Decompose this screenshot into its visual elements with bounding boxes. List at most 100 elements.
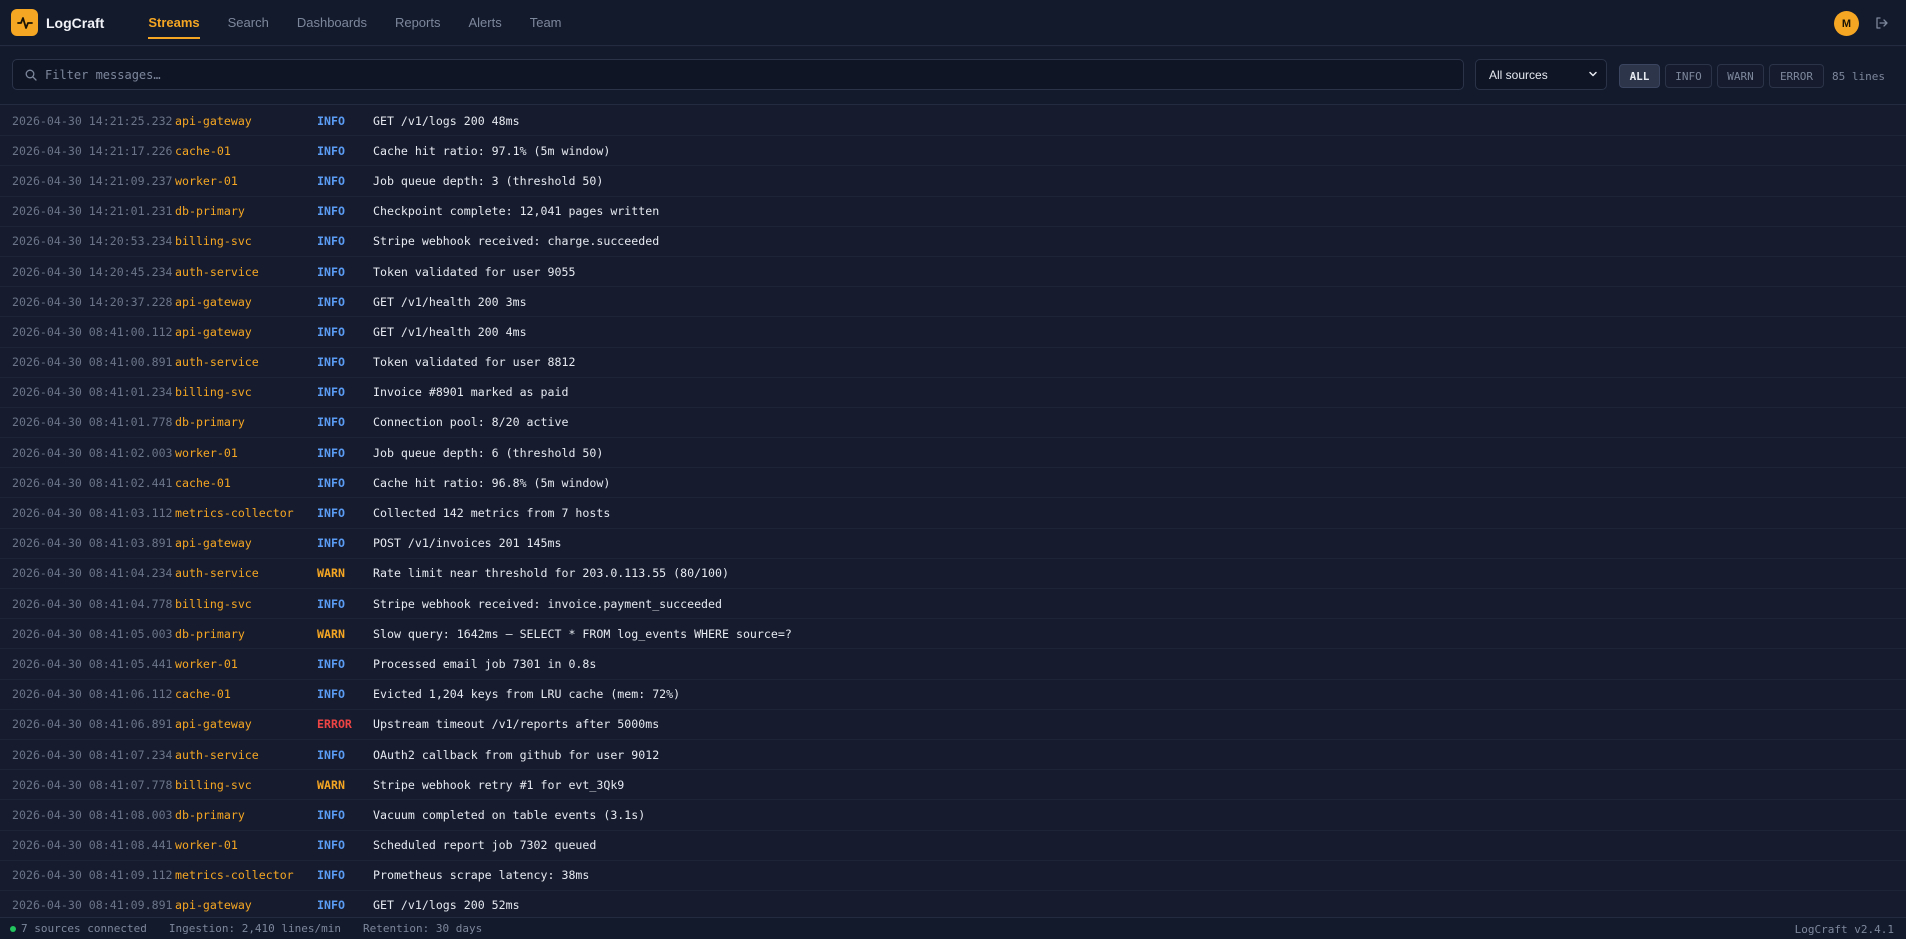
log-timestamp: 2026-04-30 08:41:06.112 [12, 687, 173, 702]
log-level: INFO [317, 506, 345, 521]
log-timestamp: 2026-04-30 14:21:01.231 [12, 204, 173, 219]
log-message: Collected 142 metrics from 7 hosts [373, 506, 611, 521]
log-message: GET /v1/health 200 4ms [373, 324, 527, 339]
log-source: worker-01 [175, 838, 238, 853]
search-icon [25, 68, 39, 82]
log-timestamp: 2026-04-30 08:41:01.234 [12, 385, 173, 400]
nav-dashboards[interactable]: Dashboards [297, 0, 367, 46]
log-source: worker-01 [175, 445, 238, 460]
filter-input[interactable] [45, 60, 1463, 89]
log-row[interactable]: 2026-04-30 08:41:01.234 billing-svc INFO In… [0, 378, 1906, 408]
level-filter-info[interactable]: INFO [1665, 64, 1712, 88]
log-timestamp: 2026-04-30 08:41:02.003 [12, 445, 173, 460]
log-source: billing-svc [175, 234, 252, 249]
log-level: WARN [317, 566, 345, 581]
log-message: Token validated for user 8812 [373, 355, 576, 370]
log-level: INFO [317, 475, 345, 490]
log-row[interactable]: 2026-04-30 08:41:09.112 metrics-collector… [0, 861, 1906, 891]
nav-search[interactable]: Search [228, 0, 269, 46]
log-row[interactable]: 2026-04-30 08:41:08.003 db-primary INFO Vac… [0, 800, 1906, 831]
log-level: INFO [317, 234, 345, 249]
level-filter-error[interactable]: ERROR [1769, 64, 1824, 88]
log-row[interactable]: 2026-04-30 08:41:03.112 metrics-collector… [0, 498, 1906, 529]
level-filter-all[interactable]: ALL [1619, 64, 1660, 88]
log-timestamp: 2026-04-30 14:21:17.226 [12, 143, 173, 158]
log-timestamp: 2026-04-30 08:41:07.234 [12, 747, 173, 762]
user-avatar[interactable]: M [1834, 11, 1859, 36]
log-message: Checkpoint complete: 12,041 pages writte… [373, 204, 660, 219]
filter-box [12, 59, 1464, 90]
log-message: Processed email job 7301 in 0.8s [373, 656, 597, 671]
log-message: Scheduled report job 7302 queued [373, 838, 597, 853]
log-timestamp: 2026-04-30 08:41:07.778 [12, 777, 173, 792]
log-source: api-gateway [175, 294, 252, 309]
log-level: INFO [317, 294, 345, 309]
log-row[interactable]: 2026-04-30 08:41:02.441 cache-01 INFO Cache… [0, 468, 1906, 499]
log-timestamp: 2026-04-30 08:41:01.778 [12, 415, 173, 430]
log-message: Prometheus scrape latency: 38ms [373, 868, 590, 883]
log-level: INFO [317, 536, 345, 551]
log-source: db-primary [175, 626, 245, 641]
log-source: auth-service [175, 264, 259, 279]
log-row[interactable]: 2026-04-30 08:41:05.441 worker-01 INFO Proc… [0, 649, 1906, 680]
log-level: INFO [317, 385, 345, 400]
source-select[interactable]: All sources [1475, 59, 1607, 90]
log-message: Invoice #8901 marked as paid [373, 385, 569, 400]
nav-team[interactable]: Team [530, 0, 562, 46]
log-row[interactable]: 2026-04-30 08:41:06.891 api-gateway ERROR U… [0, 710, 1906, 740]
log-level: INFO [317, 656, 345, 671]
log-message: Vacuum completed on table events (3.1s) [373, 807, 646, 822]
log-stream[interactable]: 2026-04-30 14:21:25.232 api-gateway INFO GE… [0, 106, 1906, 916]
log-level: INFO [317, 807, 345, 822]
log-row[interactable]: 2026-04-30 08:41:05.003 db-primary WARN Slo… [0, 619, 1906, 650]
log-timestamp: 2026-04-30 08:41:03.112 [12, 506, 173, 521]
log-row[interactable]: 2026-04-30 08:41:07.234 auth-service INFO O… [0, 740, 1906, 771]
log-row[interactable]: 2026-04-30 14:21:25.232 api-gateway INFO GE… [0, 106, 1906, 137]
nav-streams[interactable]: Streams [148, 0, 200, 46]
log-level: INFO [317, 687, 345, 702]
log-message: Stripe webhook received: charge.succeede… [373, 234, 660, 249]
log-row[interactable]: 2026-04-30 08:41:00.112 api-gateway INFO GE… [0, 317, 1906, 348]
log-level: INFO [317, 355, 345, 370]
log-timestamp: 2026-04-30 08:41:00.112 [12, 324, 173, 339]
log-message: Evicted 1,204 keys from LRU cache (mem: … [373, 687, 681, 702]
log-timestamp: 2026-04-30 14:20:53.234 [12, 234, 173, 249]
log-timestamp: 2026-04-30 08:41:04.234 [12, 566, 173, 581]
log-source: api-gateway [175, 113, 252, 128]
log-row[interactable]: 2026-04-30 08:41:08.441 worker-01 INFO Sche… [0, 831, 1906, 861]
log-source: api-gateway [175, 717, 252, 732]
log-row[interactable]: 2026-04-30 14:21:01.231 db-primary INFO Che… [0, 197, 1906, 227]
log-row[interactable]: 2026-04-30 08:41:03.891 api-gateway INFO PO… [0, 529, 1906, 559]
log-row[interactable]: 2026-04-30 14:20:53.234 billing-svc INFO St… [0, 227, 1906, 257]
log-row[interactable]: 2026-04-30 08:41:04.234 auth-service WARN R… [0, 559, 1906, 589]
log-source: db-primary [175, 204, 245, 219]
logout-icon[interactable] [1874, 15, 1890, 31]
level-filter-warn[interactable]: WARN [1717, 64, 1764, 88]
app-logo[interactable]: LogCraft [11, 9, 104, 36]
log-source: auth-service [175, 566, 259, 581]
log-source: api-gateway [175, 536, 252, 551]
log-row[interactable]: 2026-04-30 08:41:06.112 cache-01 INFO Evict… [0, 680, 1906, 710]
log-source: cache-01 [175, 475, 231, 490]
log-row[interactable]: 2026-04-30 14:20:45.234 auth-service INFO T… [0, 257, 1906, 288]
nav-alerts[interactable]: Alerts [468, 0, 501, 46]
line-count: 85 lines [1832, 70, 1885, 83]
log-source: cache-01 [175, 687, 231, 702]
log-message: Cache hit ratio: 97.1% (5m window) [373, 143, 611, 158]
log-row[interactable]: 2026-04-30 08:41:07.778 billing-svc WARN St… [0, 770, 1906, 801]
log-row[interactable]: 2026-04-30 08:41:09.891 api-gateway INFO GE… [0, 891, 1906, 916]
top-nav: LogCraft Streams Search Dashboards Repor… [0, 0, 1906, 46]
log-row[interactable]: 2026-04-30 14:21:17.226 cache-01 INFO Cache… [0, 136, 1906, 167]
log-source: worker-01 [175, 656, 238, 671]
nav-reports[interactable]: Reports [395, 0, 441, 46]
log-message: GET /v1/logs 200 48ms [373, 113, 520, 128]
log-source: db-primary [175, 415, 245, 430]
log-timestamp: 2026-04-30 08:41:09.891 [12, 898, 173, 913]
log-row[interactable]: 2026-04-30 08:41:01.778 db-primary INFO Con… [0, 408, 1906, 439]
log-row[interactable]: 2026-04-30 14:20:37.228 api-gateway INFO GE… [0, 287, 1906, 318]
log-row[interactable]: 2026-04-30 14:21:09.237 worker-01 INFO Job … [0, 166, 1906, 197]
log-row[interactable]: 2026-04-30 08:41:00.891 auth-service INFO T… [0, 348, 1906, 378]
log-row[interactable]: 2026-04-30 08:41:04.778 billing-svc INFO St… [0, 589, 1906, 620]
log-level: INFO [317, 445, 345, 460]
log-row[interactable]: 2026-04-30 08:41:02.003 worker-01 INFO Job … [0, 438, 1906, 469]
